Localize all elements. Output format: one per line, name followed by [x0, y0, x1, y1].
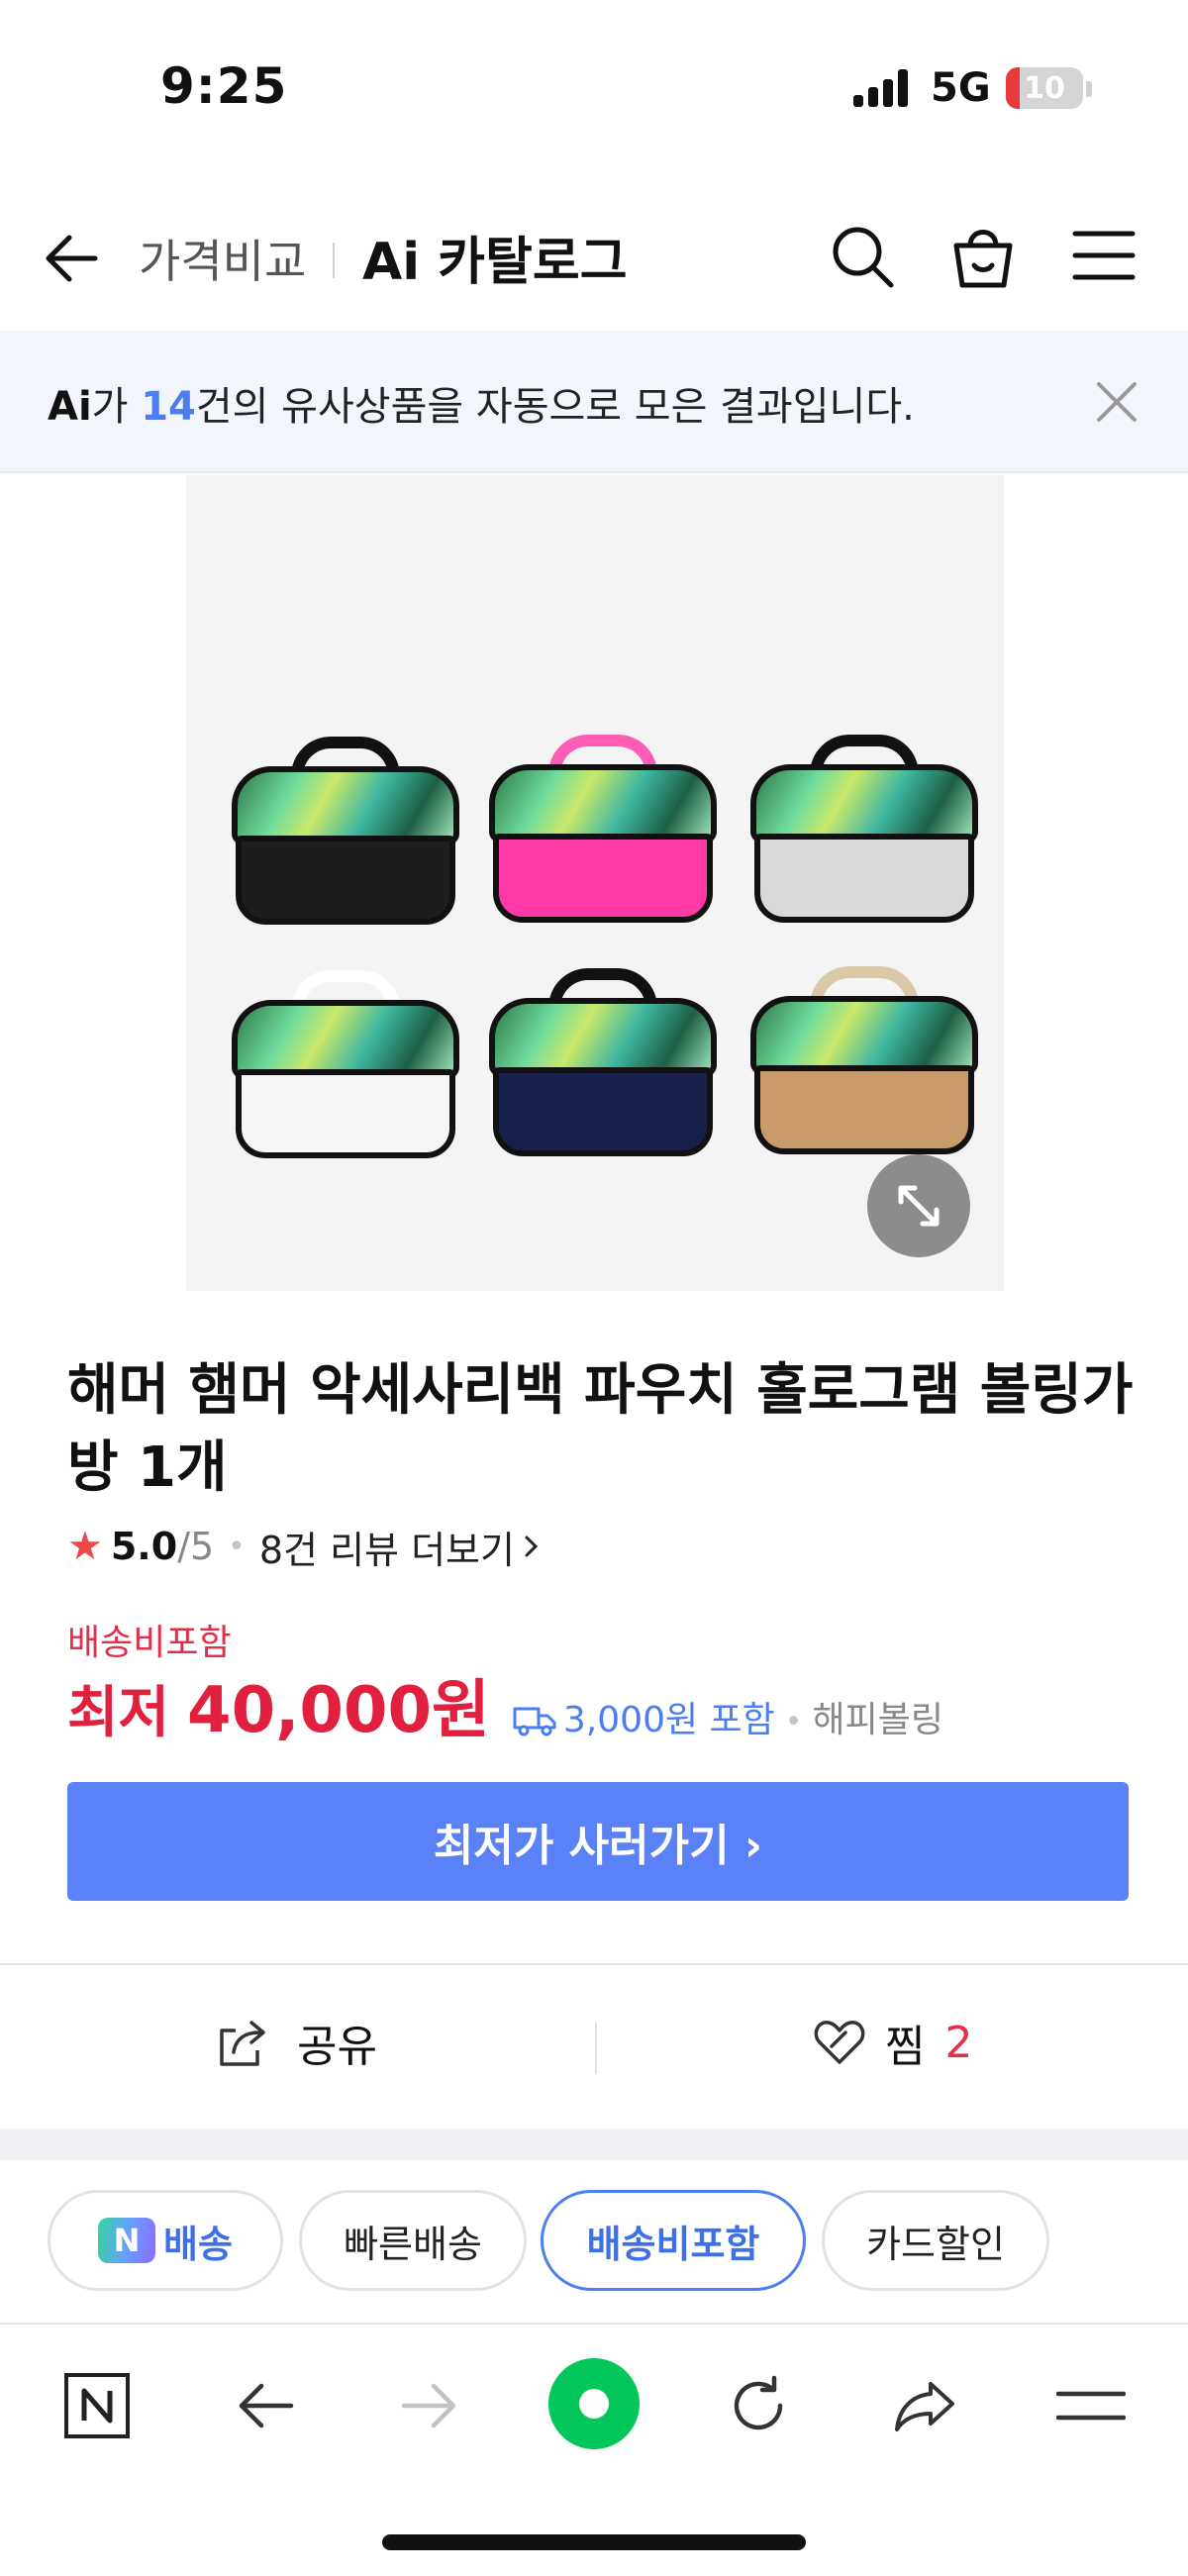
pouch-white: [222, 970, 469, 1168]
banner-close-button[interactable]: [1093, 378, 1140, 426]
review-link[interactable]: 8건 리뷰 더보기: [259, 1520, 515, 1574]
dot-separator: •: [228, 1529, 246, 1564]
browser-toolbar: [0, 2327, 1188, 2475]
browser-back-button[interactable]: [226, 2366, 305, 2445]
expand-icon: [898, 1185, 940, 1227]
menu-icon: [1056, 2391, 1126, 2421]
rating-value: 5.0: [110, 1525, 178, 1568]
share-icon: [220, 2021, 265, 2066]
arrow-left-icon: [46, 235, 98, 282]
share-arrow-icon: [895, 2382, 954, 2431]
share-button[interactable]: 공유: [216, 2003, 377, 2082]
shopping-bag-button[interactable]: [948, 220, 1018, 291]
heart-tag-icon: [814, 2021, 865, 2064]
ai-text-after: 건의 유사상품을 자동으로 모은 결과입니다.: [195, 384, 915, 430]
action-divider: [595, 2023, 597, 2074]
naver-home-button[interactable]: [57, 2366, 137, 2445]
share-label: 공유: [297, 2022, 377, 2072]
pouch-navy: [479, 968, 727, 1166]
star-icon: ★: [67, 1524, 103, 1569]
battery-tip: [1086, 81, 1092, 97]
n-delivery-icon: N: [98, 2218, 156, 2263]
green-dot-icon: [548, 2358, 640, 2449]
ai-similar-count: 14: [141, 384, 196, 430]
product-title: 해머 햄머 악세사리백 파우치 홀로그램 볼링가방 1개: [67, 1358, 1134, 1500]
delivery-truck-icon: [513, 1707, 556, 1736]
back-button[interactable]: [40, 226, 105, 291]
chevron-right-icon: [525, 1536, 539, 1557]
chip-n-delivery[interactable]: N 배송: [48, 2190, 283, 2291]
browser-menu-button[interactable]: [1051, 2366, 1131, 2445]
ai-notice-banner: Ai가 14건의 유사상품을 자동으로 모은 결과입니다.: [0, 331, 1188, 473]
price-prefix: 최저: [67, 1681, 170, 1745]
ai-text-before: 가: [91, 384, 142, 430]
close-icon: [1097, 382, 1137, 422]
arrow-left-icon: [239, 2383, 294, 2428]
filter-chip-bar: N 배송 빠른배송 배송비포함 카드할인: [0, 2160, 1188, 2325]
refresh-button[interactable]: [719, 2366, 798, 2445]
pouch-pink: [479, 735, 727, 933]
dot-separator: •: [784, 1705, 803, 1739]
search-icon: [833, 227, 894, 288]
hamburger-menu-icon: [1072, 231, 1136, 280]
pouch-gold: [741, 966, 988, 1164]
rating-row: ★ 5.0 /5 • 8건 리뷰 더보기: [67, 1523, 543, 1572]
page-title: Ai 카탈로그: [362, 233, 628, 292]
price-row: 최저 40,000원 3,000원 포함 • 해피볼링: [67, 1659, 943, 1747]
pouch-black: [222, 737, 469, 935]
shipping-fee: 3,000원 포함: [562, 1700, 775, 1740]
shopping-bag-icon: [953, 230, 1013, 288]
wishlist-label: 찜: [885, 2022, 926, 2072]
ai-notice-text: Ai가 14건의 유사상품을 자동으로 모은 결과입니다.: [48, 374, 915, 432]
cellular-signal-icon: [853, 69, 911, 107]
green-dot-button[interactable]: [546, 2356, 642, 2451]
chip-label: 배송: [163, 2222, 233, 2266]
header-divider: [333, 243, 335, 278]
refresh-icon: [734, 2375, 783, 2430]
breadcrumb-price-compare[interactable]: 가격비교: [139, 226, 306, 291]
chip-label: 카드할인: [866, 2222, 1005, 2266]
chip-label: 빠른배송: [344, 2222, 482, 2266]
buy-lowest-price-button[interactable]: 최저가 사러가기 ›: [67, 1782, 1129, 1901]
section-divider: [0, 2129, 1188, 2160]
battery-level: 10: [1024, 71, 1065, 106]
search-button[interactable]: [828, 222, 897, 291]
app-header: 가격비교 Ai 카탈로그: [0, 188, 1188, 327]
menu-button[interactable]: [1071, 226, 1137, 285]
browser-forward-button[interactable]: [390, 2366, 469, 2445]
action-row: 공유 찜 2: [0, 1963, 1188, 2126]
wishlist-count: 2: [944, 2017, 973, 2068]
rating-max: /5: [177, 1525, 215, 1568]
seller-name[interactable]: 해피볼링: [812, 1691, 942, 1742]
status-time: 9:25: [160, 57, 288, 115]
shipping-included-label: 배송비포함: [67, 1623, 232, 1663]
chip-shipping-included[interactable]: 배송비포함: [541, 2190, 806, 2291]
lowest-price: 40,000원: [187, 1674, 490, 1747]
naver-n-icon: [64, 2373, 130, 2438]
home-indicator: [382, 2534, 806, 2550]
ai-mark: Ai: [48, 384, 92, 430]
chip-label: 배송비포함: [586, 2222, 760, 2266]
battery-icon: 10: [1006, 67, 1083, 109]
arrow-right-icon: [401, 2383, 456, 2428]
browser-share-button[interactable]: [885, 2366, 964, 2445]
pouch-silver: [741, 735, 988, 933]
image-expand-button[interactable]: [867, 1154, 970, 1257]
network-type: 5G: [931, 65, 991, 111]
wishlist-button[interactable]: 찜 2: [812, 2003, 972, 2082]
chip-fast-delivery[interactable]: 빠른배송: [299, 2190, 527, 2291]
status-bar: 9:25 5G 10: [0, 0, 1188, 178]
chip-card-discount[interactable]: 카드할인: [822, 2190, 1049, 2291]
